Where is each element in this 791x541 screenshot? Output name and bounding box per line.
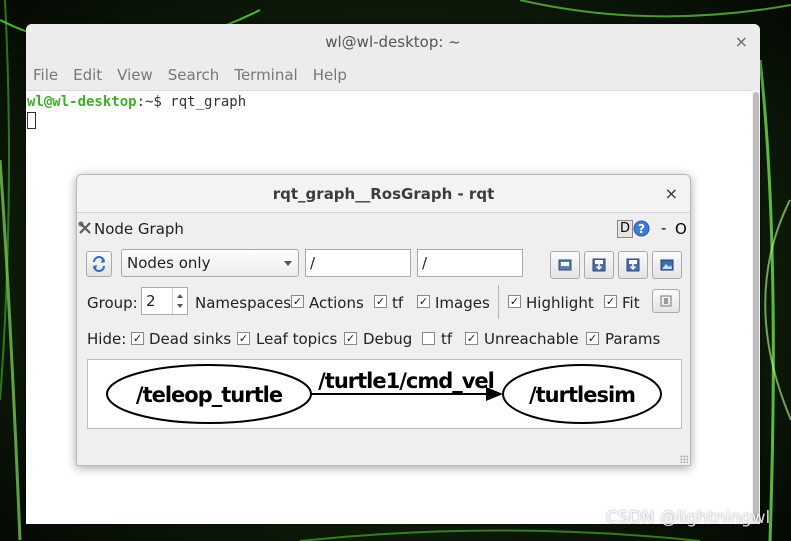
refresh-button[interactable]	[86, 251, 112, 277]
rqt-window: rqt_graph__RosGraph - rqt × Node Graph D…	[76, 174, 691, 466]
fit-checkbox[interactable]: ✓	[604, 295, 617, 308]
node-filter-input[interactable]: /	[305, 249, 411, 277]
rqt-title: rqt_graph__RosGraph - rqt	[272, 185, 495, 203]
image-icon	[660, 259, 674, 271]
terminal-menubar: File Edit View Search Terminal Help	[26, 60, 760, 91]
images-label: Images	[435, 294, 490, 312]
menu-search[interactable]: Search	[168, 66, 220, 84]
fit-view-button[interactable]	[652, 289, 680, 313]
prompt-path: :~$	[136, 94, 171, 110]
hide-tf-label: tf	[441, 330, 453, 348]
params-label: Params	[605, 330, 661, 348]
graph-mode-select[interactable]: Nodes only	[121, 249, 299, 277]
edge-topic-label: /turtle1/cmd_vel	[318, 369, 494, 393]
highlight-checkbox[interactable]: ✓	[508, 295, 521, 308]
menu-edit[interactable]: Edit	[73, 66, 102, 84]
unreachable-checkbox[interactable]: ✓	[465, 332, 478, 345]
menu-help[interactable]: Help	[313, 66, 347, 84]
fit-view-icon	[660, 295, 672, 307]
save-svg-icon	[626, 258, 640, 272]
namespaces-label: Namespaces	[195, 294, 292, 312]
node-teleop-turtle-label: /teleop_turtle	[136, 383, 283, 407]
prompt-user: wl@wl-desktop	[27, 94, 137, 110]
svg-text:?: ?	[638, 222, 645, 236]
plugin-help-d-button[interactable]: D	[617, 220, 633, 238]
spin-buttons[interactable]	[172, 288, 187, 314]
save-image-button[interactable]	[652, 251, 682, 279]
debug-label: Debug	[363, 330, 413, 348]
rqt-close-button[interactable]: ×	[665, 175, 678, 213]
chevron-down-icon	[284, 261, 292, 266]
dead-sinks-checkbox[interactable]: ✓	[131, 332, 144, 345]
help-icon[interactable]: ?	[633, 220, 650, 237]
hide-label: Hide:	[87, 330, 127, 348]
terminal-titlebar[interactable]: wl@wl-desktop: ~ ×	[26, 24, 760, 60]
unreachable-label: Unreachable	[484, 330, 579, 348]
dead-sinks-label: Dead sinks	[149, 330, 232, 348]
rqt-titlebar[interactable]: rqt_graph__RosGraph - rqt ×	[77, 175, 690, 213]
terminal-cursor	[27, 112, 36, 129]
leaf-topics-checkbox[interactable]: ✓	[237, 332, 250, 345]
actions-label: Actions	[309, 294, 364, 312]
actions-checkbox[interactable]: ✓	[291, 295, 304, 308]
save-dot-button[interactable]	[584, 251, 614, 279]
save-svg-button[interactable]	[618, 251, 648, 279]
group-label: Group:	[87, 294, 138, 312]
terminal-title: wl@wl-desktop: ~	[325, 33, 461, 51]
terminal-line: wl@wl-desktop:~$ rqt_graph	[27, 93, 760, 111]
plugin-header: Node Graph D ? - O	[77, 219, 690, 239]
topic-filter-input[interactable]: /	[417, 249, 523, 277]
highlight-label: Highlight	[526, 294, 594, 312]
ros-graph-canvas: /teleop_turtle /turtlesim /turtle1/cmd_v…	[106, 364, 662, 424]
plugin-minimize-button[interactable]: -	[661, 219, 666, 237]
terminal-scrollbar-thumb[interactable]	[753, 92, 759, 522]
watermark: CSDN @lightningwl	[606, 508, 771, 528]
tools-icon	[78, 221, 91, 234]
folder-open-icon	[558, 259, 572, 271]
terminal-close-button[interactable]: ×	[735, 24, 748, 60]
graph-view[interactable]: /teleop_turtle /turtlesim /turtle1/cmd_v…	[87, 359, 682, 429]
hide-tf-checkbox[interactable]	[422, 332, 435, 345]
menu-file[interactable]: File	[33, 66, 58, 84]
toolbar-separator	[498, 285, 499, 319]
tf-label: tf	[392, 294, 404, 312]
terminal-command: rqt_graph	[170, 94, 247, 110]
images-checkbox[interactable]: ✓	[417, 295, 430, 308]
menu-terminal[interactable]: Terminal	[234, 66, 297, 84]
group-spinbox[interactable]: 2	[141, 287, 188, 315]
load-dot-button[interactable]	[550, 251, 580, 279]
resize-grip[interactable]	[680, 455, 688, 463]
refresh-icon	[93, 256, 105, 272]
spin-arrows-icon	[177, 294, 183, 308]
node-turtlesim-label: /turtlesim	[529, 383, 635, 407]
group-value: 2	[146, 292, 156, 310]
graph-mode-value: Nodes only	[127, 254, 211, 272]
debug-checkbox[interactable]: ✓	[344, 332, 357, 345]
leaf-topics-label: Leaf topics	[256, 330, 338, 348]
tf-checkbox[interactable]: ✓	[374, 295, 387, 308]
plugin-close-button[interactable]: O	[675, 220, 687, 238]
terminal-output[interactable]: wl@wl-desktop:~$ rqt_graph	[26, 91, 760, 129]
fit-label: Fit	[622, 294, 640, 312]
save-dot-icon	[592, 258, 606, 272]
params-checkbox[interactable]: ✓	[586, 332, 599, 345]
plugin-title: Node Graph	[94, 220, 184, 238]
menu-view[interactable]: View	[117, 66, 153, 84]
